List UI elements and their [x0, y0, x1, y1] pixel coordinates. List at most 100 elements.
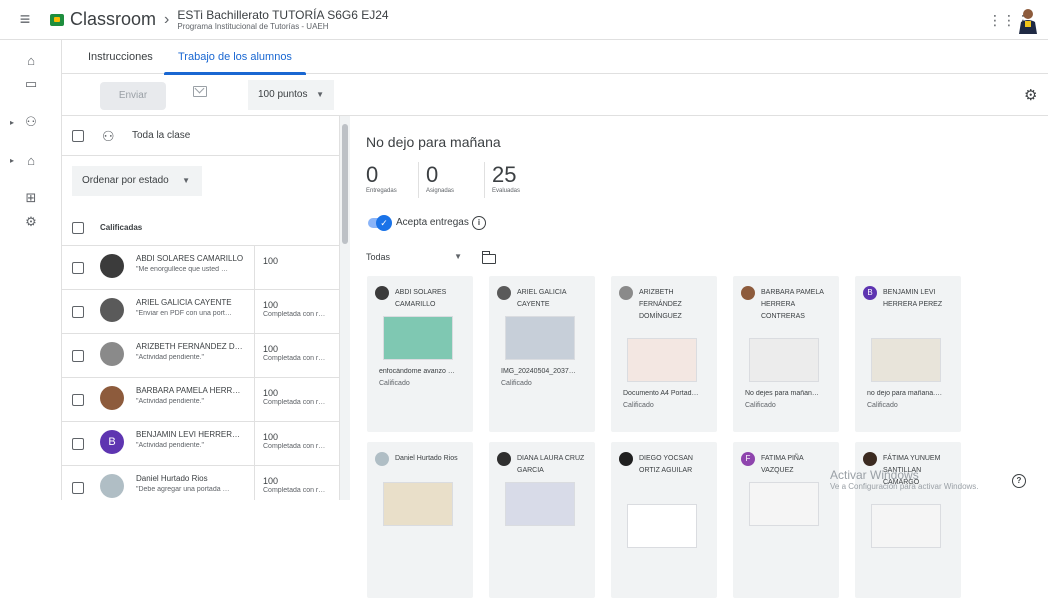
- graded-checkbox[interactable]: [72, 222, 84, 234]
- whole-class-label: Toda la clase: [132, 130, 191, 141]
- folder-icon[interactable]: [481, 251, 496, 264]
- breadcrumb-chevron-icon: ›: [164, 10, 170, 28]
- student-avatar: [100, 298, 124, 322]
- scrollbar-thumb[interactable]: [342, 124, 348, 244]
- sort-dropdown[interactable]: Ordenar por estado ▼: [72, 166, 202, 196]
- student-checkbox[interactable]: [72, 350, 84, 362]
- submission-card[interactable]: Daniel Hurtado Rios: [367, 442, 473, 598]
- student-row[interactable]: ARIEL GALICIA CAYENTE "Enviar en PDF con …: [62, 290, 339, 334]
- submission-card[interactable]: BARBARA PAMELA HERRERA CONTRERAS No dejes…: [733, 276, 839, 432]
- stat-value: 0: [426, 162, 439, 187]
- stat-divider: [418, 162, 419, 198]
- submission-card[interactable]: ABDI SOLARES CAMARILLO enfocándome avanzo…: [367, 276, 473, 432]
- stat-label: Evaluadas: [492, 188, 521, 194]
- tab-bar: Instrucciones Trabajo de los alumnos: [62, 40, 1048, 75]
- student-name: Daniel Hurtado Rios: [136, 474, 208, 483]
- accepting-submissions-toggle[interactable]: [368, 215, 392, 231]
- archive-icon[interactable]: ⊞: [0, 188, 62, 208]
- attachment-thumbnail[interactable]: [749, 338, 819, 382]
- email-icon[interactable]: [193, 86, 207, 97]
- attachment-thumbnail[interactable]: [505, 316, 575, 360]
- student-checkbox[interactable]: [72, 438, 84, 450]
- submission-card[interactable]: ARIEL GALICIA CAYENTE IMG_20240504_2037… C…: [489, 276, 595, 432]
- card-student-name: BENJAMIN LEVI HERRERA PEREZ: [883, 289, 943, 308]
- attachment-thumbnail[interactable]: [505, 482, 575, 526]
- graded-section-header: Calificadas: [62, 210, 339, 246]
- watermark-subtitle: Ve a Configuración para activar Windows.: [830, 482, 979, 491]
- stat-assigned[interactable]: 0 Asignadas: [426, 162, 454, 194]
- whole-class-row[interactable]: ⚇ Toda la clase: [62, 116, 339, 156]
- submission-card[interactable]: DIEGO YOCSAN ORTIZ AGUILAR: [611, 442, 717, 598]
- classroom-logo-icon[interactable]: [50, 13, 64, 26]
- grade-cell[interactable]: 100 Completada con r…: [254, 290, 339, 334]
- attachment-filename: No dejes para mañan…: [745, 390, 819, 397]
- submission-card[interactable]: FÁTIMA YUNUEM SANTILLAN CAMARGO: [855, 442, 961, 598]
- tab-trabajo-alumnos[interactable]: Trabajo de los alumnos: [164, 40, 306, 75]
- points-value: 100 puntos: [258, 89, 308, 100]
- breadcrumb-course[interactable]: ESTi Bachillerato TUTORÍA S6G6 EJ24 Prog…: [177, 8, 388, 32]
- calendar-icon[interactable]: ▭: [0, 74, 62, 94]
- settings-gear-icon[interactable]: ⚙: [1024, 86, 1037, 104]
- grade-status: Completada con r…: [263, 487, 326, 494]
- grade-value: 100: [263, 256, 279, 266]
- attachment-thumbnail[interactable]: [383, 316, 453, 360]
- tab-instrucciones[interactable]: Instrucciones: [88, 40, 153, 74]
- attachment-thumbnail[interactable]: [383, 482, 453, 526]
- app-name[interactable]: Classroom: [70, 9, 156, 30]
- grade-cell[interactable]: 100 Completada con r…: [254, 466, 339, 500]
- account-avatar[interactable]: [1016, 6, 1040, 34]
- submission-card[interactable]: ARIZBETH FERNÁNDEZ DOMÍNGUEZ Documento A4…: [611, 276, 717, 432]
- attachment-thumbnail[interactable]: [749, 482, 819, 526]
- assignment-title: No dejo para mañana: [366, 134, 501, 150]
- settings-icon[interactable]: ⚙: [0, 212, 62, 232]
- attachment-thumbnail[interactable]: [627, 504, 697, 548]
- main-menu-icon[interactable]: ≡: [0, 9, 50, 30]
- accepting-submissions-label: Acepta entregas: [396, 217, 469, 228]
- card-student-name: ARIEL GALICIA CAYENTE: [517, 289, 567, 308]
- student-avatar: [497, 286, 511, 300]
- student-row[interactable]: ARIZBETH FERNÁNDEZ D… "Actividad pendient…: [62, 334, 339, 378]
- attachment-thumbnail[interactable]: [627, 338, 697, 382]
- home-icon[interactable]: ⌂: [0, 50, 62, 70]
- grade-cell[interactable]: 100 Completada con r…: [254, 334, 339, 378]
- student-row[interactable]: Daniel Hurtado Rios "Debe agregar una por…: [62, 466, 339, 500]
- filter-label: Todas: [366, 252, 391, 262]
- stat-label: Asignadas: [426, 188, 455, 194]
- student-checkbox[interactable]: [72, 262, 84, 274]
- student-row[interactable]: B BENJAMIN LEVI HERRER… "Actividad pendien…: [62, 422, 339, 466]
- stat-turned-in[interactable]: 0 Entregadas: [366, 162, 397, 194]
- attachment-thumbnail[interactable]: [871, 338, 941, 382]
- scrollbar[interactable]: [340, 116, 350, 500]
- points-dropdown[interactable]: 100 puntos ▼: [248, 80, 334, 110]
- submission-card[interactable]: F FATIMA PIÑA VAZQUEZ: [733, 442, 839, 598]
- grade-cell[interactable]: 100 Completada con r…: [254, 422, 339, 466]
- student-row[interactable]: BARBARA PAMELA HERR… "Actividad pendiente…: [62, 378, 339, 422]
- student-avatar: F: [741, 452, 755, 466]
- stat-graded[interactable]: 25 Evaluadas: [492, 162, 520, 194]
- info-icon[interactable]: i: [472, 216, 486, 230]
- select-all-checkbox[interactable]: [72, 130, 84, 142]
- student-row[interactable]: ABDI SOLARES CAMARILLO "Me enorgullece qu…: [62, 246, 339, 290]
- submission-card[interactable]: B BENJAMIN LEVI HERRERA PEREZ no dejo para…: [855, 276, 961, 432]
- stat-value: 0: [366, 162, 379, 187]
- expand-caret-icon: ▸: [10, 117, 15, 127]
- submission-card[interactable]: DIANA LAURA CRUZ GARCIA: [489, 442, 595, 598]
- card-student-name: Daniel Hurtado Rios: [395, 455, 458, 462]
- send-button[interactable]: Enviar: [100, 82, 166, 110]
- student-name: BARBARA PAMELA HERR…: [136, 386, 241, 395]
- student-avatar: B: [100, 430, 124, 454]
- card-student-name: BARBARA PAMELA HERRERA CONTRERAS: [761, 289, 824, 320]
- grade-cell[interactable]: 100: [254, 246, 339, 290]
- student-avatar: [100, 254, 124, 278]
- student-avatar: [741, 286, 755, 300]
- help-icon[interactable]: ?: [1012, 474, 1026, 488]
- status-filter-dropdown[interactable]: Todas ▼: [366, 252, 470, 272]
- student-checkbox[interactable]: [72, 394, 84, 406]
- student-checkbox[interactable]: [72, 482, 84, 494]
- teaching-section[interactable]: ▸ ⚇: [0, 112, 62, 132]
- attachment-thumbnail[interactable]: [871, 504, 941, 548]
- grade-cell[interactable]: 100 Completada con r…: [254, 378, 339, 422]
- student-checkbox[interactable]: [72, 306, 84, 318]
- student-name: ABDI SOLARES CAMARILLO: [136, 254, 244, 263]
- enrolled-section[interactable]: ▸ ⌂: [0, 150, 62, 170]
